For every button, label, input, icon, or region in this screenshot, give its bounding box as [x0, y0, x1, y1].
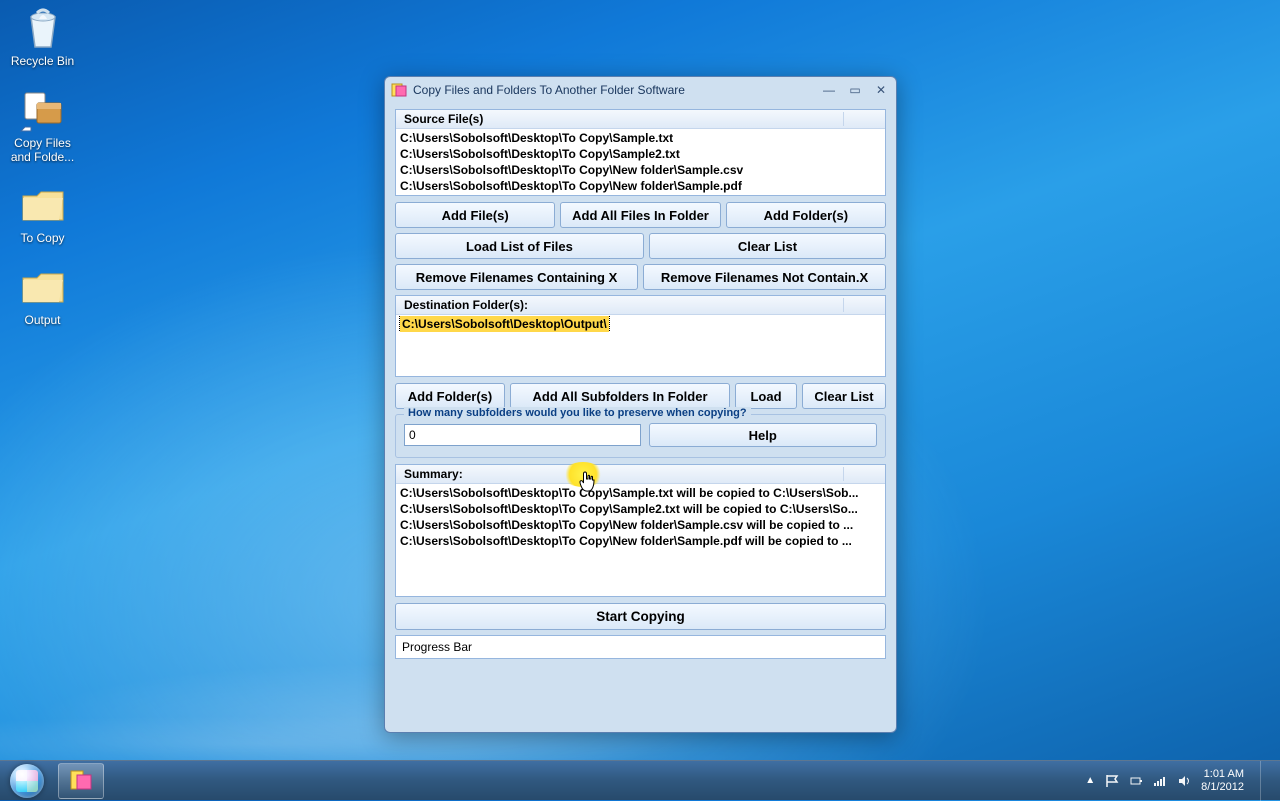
- list-item[interactable]: C:\Users\Sobolsoft\Desktop\To Copy\New f…: [398, 517, 883, 533]
- destination-panel: Destination Folder(s): C:\Users\Sobolsof…: [395, 295, 886, 377]
- volume-icon[interactable]: [1177, 774, 1191, 788]
- clock-date: 8/1/2012: [1201, 781, 1244, 793]
- progress-bar: Progress Bar: [395, 635, 886, 659]
- folder-output-label: Output: [5, 314, 80, 328]
- folder-output-icon[interactable]: Output: [5, 264, 80, 328]
- list-item[interactable]: C:\Users\Sobolsoft\Desktop\To Copy\Sampl…: [398, 485, 883, 501]
- remove-not-containing-button[interactable]: Remove Filenames Not Contain.X: [643, 264, 886, 290]
- clear-list-button[interactable]: Clear List: [649, 233, 886, 259]
- folder-tocopy-icon[interactable]: To Copy: [5, 182, 80, 246]
- summary-header: Summary:: [404, 467, 463, 481]
- list-item[interactable]: C:\Users\Sobolsoft\Desktop\To Copy\New f…: [398, 533, 883, 549]
- flag-icon[interactable]: [1105, 774, 1119, 788]
- maximize-button[interactable]: ▭: [846, 83, 864, 97]
- add-all-files-in-folder-button[interactable]: Add All Files In Folder: [560, 202, 720, 228]
- dest-clear-button[interactable]: Clear List: [802, 383, 886, 409]
- titlebar[interactable]: Copy Files and Folders To Another Folder…: [385, 77, 896, 103]
- taskbar: ▲ 1:01 AM 8/1/2012: [0, 760, 1280, 800]
- list-item[interactable]: C:\Users\Sobolsoft\Desktop\To Copy\New f…: [398, 178, 883, 194]
- load-list-button[interactable]: Load List of Files: [395, 233, 644, 259]
- dest-add-subfolders-button[interactable]: Add All Subfolders In Folder: [510, 383, 730, 409]
- source-files-panel: Source File(s) C:\Users\Sobolsoft\Deskto…: [395, 109, 886, 196]
- app-shortcut-label: Copy Files and Folde...: [5, 137, 80, 165]
- folder-tocopy-label: To Copy: [5, 232, 80, 246]
- source-files-list[interactable]: C:\Users\Sobolsoft\Desktop\To Copy\Sampl…: [396, 129, 885, 195]
- clock-time: 1:01 AM: [1201, 768, 1244, 780]
- list-item[interactable]: C:\Users\Sobolsoft\Desktop\To Copy\Sampl…: [398, 146, 883, 162]
- desktop: Recycle Bin Copy Files and Folde... To C…: [5, 5, 85, 346]
- list-item[interactable]: C:\Users\Sobolsoft\Desktop\To Copy\Sampl…: [398, 130, 883, 146]
- system-tray: ▲ 1:01 AM 8/1/2012: [1085, 761, 1280, 801]
- close-button[interactable]: ✕: [872, 83, 890, 97]
- progress-label: Progress Bar: [402, 640, 472, 654]
- network-icon[interactable]: [1153, 774, 1167, 788]
- clock[interactable]: 1:01 AM 8/1/2012: [1201, 768, 1244, 792]
- window-title: Copy Files and Folders To Another Folder…: [413, 83, 820, 97]
- start-copying-button[interactable]: Start Copying: [395, 603, 886, 630]
- summary-panel: Summary: C:\Users\Sobolsoft\Desktop\To C…: [395, 464, 886, 597]
- minimize-button[interactable]: —: [820, 83, 838, 97]
- list-item[interactable]: C:\Users\Sobolsoft\Desktop\To Copy\Sampl…: [398, 501, 883, 517]
- recycle-bin-icon[interactable]: Recycle Bin: [5, 5, 80, 69]
- recycle-bin-label: Recycle Bin: [5, 55, 80, 69]
- dest-add-folders-button[interactable]: Add Folder(s): [395, 383, 505, 409]
- app-window: Copy Files and Folders To Another Folder…: [384, 76, 897, 733]
- taskbar-app-button[interactable]: [58, 763, 104, 799]
- remove-containing-button[interactable]: Remove Filenames Containing X: [395, 264, 638, 290]
- list-item[interactable]: C:\Users\Sobolsoft\Desktop\Output\: [398, 316, 883, 332]
- destination-header: Destination Folder(s):: [404, 298, 528, 312]
- help-button[interactable]: Help: [649, 423, 878, 447]
- app-shortcut-icon[interactable]: Copy Files and Folde...: [5, 87, 80, 165]
- dest-load-button[interactable]: Load: [735, 383, 797, 409]
- source-files-header: Source File(s): [404, 112, 483, 126]
- add-folders-button[interactable]: Add Folder(s): [726, 202, 886, 228]
- subfolder-count-input[interactable]: [404, 424, 641, 446]
- tray-chevron-icon[interactable]: ▲: [1085, 775, 1095, 786]
- summary-list[interactable]: C:\Users\Sobolsoft\Desktop\To Copy\Sampl…: [396, 484, 885, 596]
- subfolder-group: How many subfolders would you like to pr…: [395, 414, 886, 458]
- start-button[interactable]: [0, 761, 54, 801]
- list-item[interactable]: C:\Users\Sobolsoft\Desktop\To Copy\New f…: [398, 162, 883, 178]
- destination-list[interactable]: C:\Users\Sobolsoft\Desktop\Output\: [396, 315, 885, 376]
- subfolder-question-label: How many subfolders would you like to pr…: [404, 407, 751, 419]
- power-icon[interactable]: [1129, 774, 1143, 788]
- add-files-button[interactable]: Add File(s): [395, 202, 555, 228]
- app-icon: [391, 82, 407, 98]
- show-desktop-button[interactable]: [1260, 761, 1272, 801]
